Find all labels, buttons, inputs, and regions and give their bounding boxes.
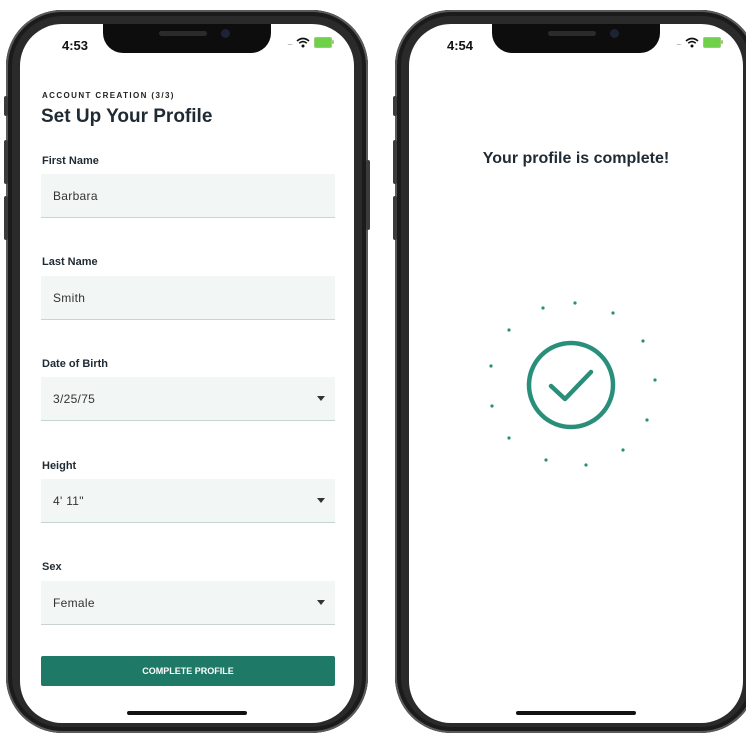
battery-icon <box>703 37 723 48</box>
notch <box>492 24 660 53</box>
complete-profile-button[interactable]: COMPLETE PROFILE <box>41 656 335 686</box>
camera <box>221 29 230 38</box>
height-label: Height <box>42 460 77 472</box>
chevron-down-icon <box>317 600 325 605</box>
speaker <box>548 31 596 36</box>
success-title: Your profile is complete! <box>482 150 670 167</box>
chevron-down-icon <box>317 396 325 401</box>
speaker <box>159 31 207 36</box>
camera <box>610 29 619 38</box>
last-name-value: Smith <box>53 291 86 305</box>
side-button <box>4 196 8 240</box>
signal-icon: .... <box>287 38 293 47</box>
dob-select[interactable]: 3/25/75 <box>41 377 335 421</box>
dob-value: 3/25/75 <box>53 392 96 406</box>
height-select[interactable]: 4' 11" <box>41 479 335 523</box>
first-name-field[interactable]: Barbara <box>41 174 335 218</box>
home-indicator[interactable] <box>127 711 247 715</box>
status-icons: .... <box>676 37 723 48</box>
status-icons: .... <box>287 37 334 48</box>
confetti-dots <box>489 301 657 467</box>
last-name-label: Last Name <box>42 256 98 268</box>
battery-icon <box>314 37 334 48</box>
phone-frame-right: 4:54 .... Your profile is complete! <box>393 10 746 733</box>
first-name-label: First Name <box>42 155 99 167</box>
page-title: Set Up Your Profile <box>41 106 213 127</box>
sex-select[interactable]: Female <box>41 581 335 625</box>
height-value: 4' 11" <box>53 494 84 508</box>
side-button <box>393 196 397 240</box>
profile-form-screen: 4:53 .... ACCOUNT CREATION (3/3) Set Up … <box>20 24 354 723</box>
side-button <box>366 160 370 230</box>
signal-icon: .... <box>676 38 682 47</box>
wifi-icon <box>296 37 310 48</box>
step-indicator: ACCOUNT CREATION (3/3) <box>42 91 175 100</box>
success-circle <box>526 340 616 430</box>
sex-label: Sex <box>42 561 62 573</box>
profile-complete-screen: 4:54 .... Your profile is complete! <box>409 24 743 723</box>
status-time: 4:53 <box>62 38 89 53</box>
chevron-down-icon <box>317 498 325 503</box>
side-button <box>393 140 397 184</box>
side-button <box>4 140 8 184</box>
checkmark-circle-icon <box>485 288 665 468</box>
dob-label: Date of Birth <box>42 358 108 370</box>
status-time: 4:54 <box>447 38 474 53</box>
first-name-value: Barbara <box>53 189 98 203</box>
last-name-field[interactable]: Smith <box>41 276 335 320</box>
phone-frame-left: 4:53 .... ACCOUNT CREATION (3/3) Set Up … <box>4 10 370 733</box>
notch <box>103 24 271 53</box>
sex-value: Female <box>53 596 95 610</box>
side-button <box>4 96 8 116</box>
check-icon <box>548 369 594 402</box>
home-indicator[interactable] <box>516 711 636 715</box>
side-button <box>393 96 397 116</box>
success-checkmark-graphic <box>489 301 657 467</box>
wifi-icon <box>685 37 699 48</box>
